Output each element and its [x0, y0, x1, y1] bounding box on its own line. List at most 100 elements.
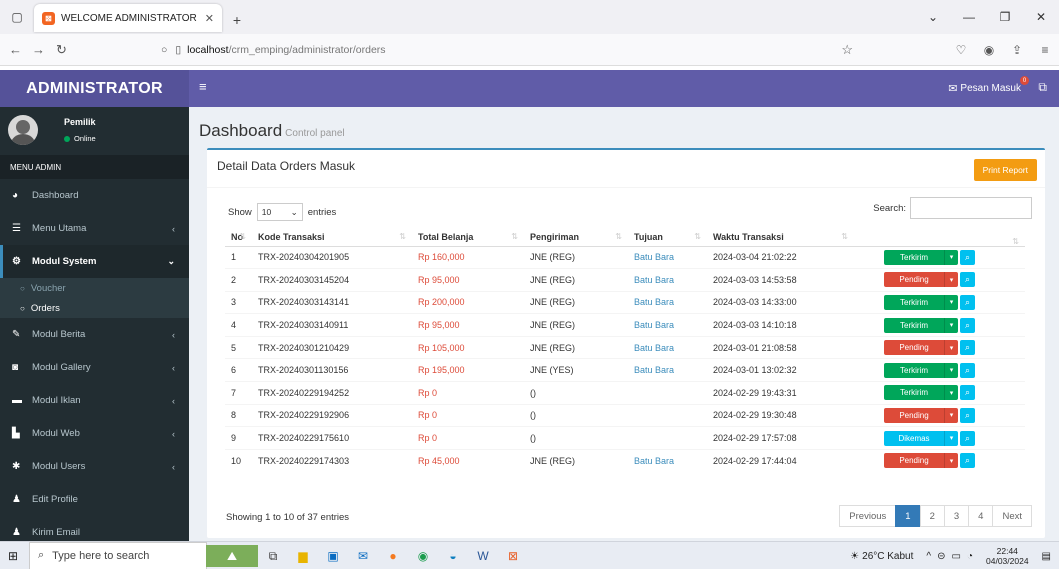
column-header[interactable]: Tujuan ⇅: [628, 228, 707, 247]
new-tab-button[interactable]: +: [222, 6, 252, 34]
shield-icon[interactable]: ○: [161, 44, 167, 56]
weather-text[interactable]: 26°C Kabut: [862, 551, 913, 562]
status-button[interactable]: Pending: [884, 407, 944, 423]
view-detail-search-icon[interactable]: ⌕: [960, 340, 975, 356]
column-header[interactable]: No ⇅: [225, 228, 252, 247]
page-link[interactable]: Previous: [839, 505, 897, 527]
close-tab-icon[interactable]: ✕: [205, 12, 214, 25]
column-header[interactable]: Kode Transaksi ⇅: [252, 228, 412, 247]
caret-down-icon[interactable]: ▾: [944, 407, 958, 423]
cell-tujuan[interactable]: Batu Bara: [628, 448, 707, 472]
reload-icon[interactable]: ↻: [50, 42, 73, 58]
firefox-icon[interactable]: ●: [378, 545, 408, 567]
print-report-button[interactable]: Print Report: [973, 159, 1037, 181]
tab-list-icon[interactable]: ▢: [0, 0, 34, 34]
status-button[interactable]: Terkirim: [884, 362, 944, 378]
status-dropdown[interactable]: Pending ▾: [884, 407, 958, 423]
cell-tujuan[interactable]: Batu Bara: [628, 290, 707, 314]
status-dropdown[interactable]: Dikemas ▾: [884, 430, 958, 446]
caret-down-icon[interactable]: ▾: [944, 249, 958, 265]
status-dropdown[interactable]: Pending ▾: [884, 340, 958, 356]
view-detail-search-icon[interactable]: ⌕: [960, 317, 975, 333]
sidebar-toggle-icon[interactable]: ≡: [199, 79, 207, 94]
cell-tujuan[interactable]: [628, 403, 707, 427]
caret-down-icon[interactable]: ▾: [944, 430, 958, 446]
caret-down-icon[interactable]: ▾: [944, 385, 958, 401]
status-button[interactable]: Terkirim: [884, 317, 944, 333]
mail-icon[interactable]: ✉: [348, 545, 378, 567]
caret-down-icon[interactable]: ▾: [944, 453, 958, 469]
caret-down-icon[interactable]: ▾: [944, 294, 958, 310]
app-menu-icon[interactable]: ≡: [1031, 43, 1059, 57]
forward-icon[interactable]: →: [27, 42, 50, 57]
status-button[interactable]: Pending: [884, 453, 944, 469]
cell-tujuan[interactable]: Batu Bara: [628, 313, 707, 337]
clock[interactable]: 22:44 04/03/2024: [986, 546, 1029, 566]
status-dropdown[interactable]: Terkirim ▾: [884, 294, 958, 310]
view-detail-search-icon[interactable]: ⌕: [960, 430, 975, 446]
browser-tab[interactable]: ⊠ WELCOME ADMINISTRATOR ✕: [34, 4, 222, 32]
taskbar-search[interactable]: ⌕ Type here to search: [29, 541, 207, 569]
sidebar-subitem-orders[interactable]: ○ Orders: [0, 298, 189, 318]
view-detail-search-icon[interactable]: ⌕: [960, 407, 975, 423]
extensions-icon[interactable]: ⇪: [1003, 43, 1031, 57]
chevron-up-icon[interactable]: ^: [926, 551, 931, 562]
status-button[interactable]: Terkirim: [884, 249, 944, 265]
search-input[interactable]: [910, 197, 1032, 219]
bookmark-star-icon[interactable]: ☆: [841, 42, 853, 58]
page-link[interactable]: 2: [919, 505, 945, 527]
view-detail-search-icon[interactable]: ⌕: [960, 362, 975, 378]
restore-icon[interactable]: ❐: [987, 10, 1023, 24]
chrome-icon[interactable]: ◉: [408, 545, 438, 567]
file-explorer-icon[interactable]: ▆: [288, 545, 318, 567]
status-button[interactable]: Dikemas: [884, 430, 944, 446]
tab-overflow-icon[interactable]: ⌄: [915, 10, 951, 24]
caret-down-icon[interactable]: ▾: [944, 317, 958, 333]
notifications-icon[interactable]: ▤: [1042, 551, 1051, 562]
view-detail-search-icon[interactable]: ⌕: [960, 249, 975, 265]
sidebar-item-menu-utama[interactable]: ☰ Menu Utama ‹: [0, 212, 189, 245]
sidebar-item-modul-users[interactable]: ✱ Modul Users ‹: [0, 450, 189, 483]
sidebar-item-modul-berita[interactable]: ✎ Modul Berita ‹: [0, 318, 189, 351]
minimize-icon[interactable]: —: [951, 10, 987, 24]
pocket-icon[interactable]: ♡: [947, 43, 975, 57]
widgets-icon[interactable]: ⛰: [206, 545, 258, 567]
status-dropdown[interactable]: Terkirim ▾: [884, 385, 958, 401]
entries-select[interactable]: 10 ⌄: [256, 203, 303, 221]
caret-down-icon[interactable]: ▾: [944, 362, 958, 378]
column-header[interactable]: Pengiriman ⇅: [524, 228, 628, 247]
edge-icon[interactable]: ◒: [438, 545, 468, 567]
column-header[interactable]: Waktu Transaksi ⇅: [707, 228, 854, 247]
xampp-icon[interactable]: ⊠: [498, 545, 528, 567]
caret-down-icon[interactable]: ▾: [944, 272, 958, 288]
status-button[interactable]: Terkirim: [884, 294, 944, 310]
view-detail-search-icon[interactable]: ⌕: [960, 272, 975, 288]
cell-tujuan[interactable]: Batu Bara: [628, 358, 707, 382]
word-icon[interactable]: W: [468, 545, 498, 567]
sidebar-item-modul-web[interactable]: ▙ Modul Web ‹: [0, 417, 189, 450]
page-link[interactable]: Next: [992, 505, 1032, 527]
account-icon[interactable]: ◉: [975, 43, 1003, 57]
sidebar-item-modul-system[interactable]: ⚙ Modul System ⌄: [0, 245, 189, 278]
cell-tujuan[interactable]: [628, 426, 707, 450]
status-dropdown[interactable]: Pending ▾: [884, 453, 958, 469]
page-link[interactable]: 1: [895, 505, 921, 527]
status-button[interactable]: Pending: [884, 340, 944, 356]
cell-tujuan[interactable]: Batu Bara: [628, 268, 707, 292]
column-header[interactable]: Total Belanja ⇅: [412, 228, 524, 247]
brand-logo[interactable]: ADMINISTRATOR: [0, 70, 189, 107]
url-field[interactable]: ○ ▯ localhost/crm_emping/administrator/o…: [161, 39, 853, 61]
back-icon[interactable]: ←: [4, 42, 27, 57]
messages-link[interactable]: ✉ Pesan Masuk 0: [948, 76, 1029, 95]
weather-icon[interactable]: ☀: [850, 551, 859, 562]
page-link[interactable]: 4: [968, 505, 994, 527]
page-link[interactable]: 3: [943, 505, 970, 527]
store-icon[interactable]: ▣: [318, 545, 348, 567]
status-button[interactable]: Terkirim: [884, 385, 944, 401]
status-dropdown[interactable]: Terkirim ▾: [884, 317, 958, 333]
sidebar-subitem-voucher[interactable]: ○ Voucher: [0, 278, 189, 298]
caret-down-icon[interactable]: ▾: [944, 340, 958, 356]
battery-icon[interactable]: ▭: [952, 551, 961, 562]
status-dropdown[interactable]: Pending ▾: [884, 272, 958, 288]
wifi-icon[interactable]: ◔: [967, 551, 973, 562]
